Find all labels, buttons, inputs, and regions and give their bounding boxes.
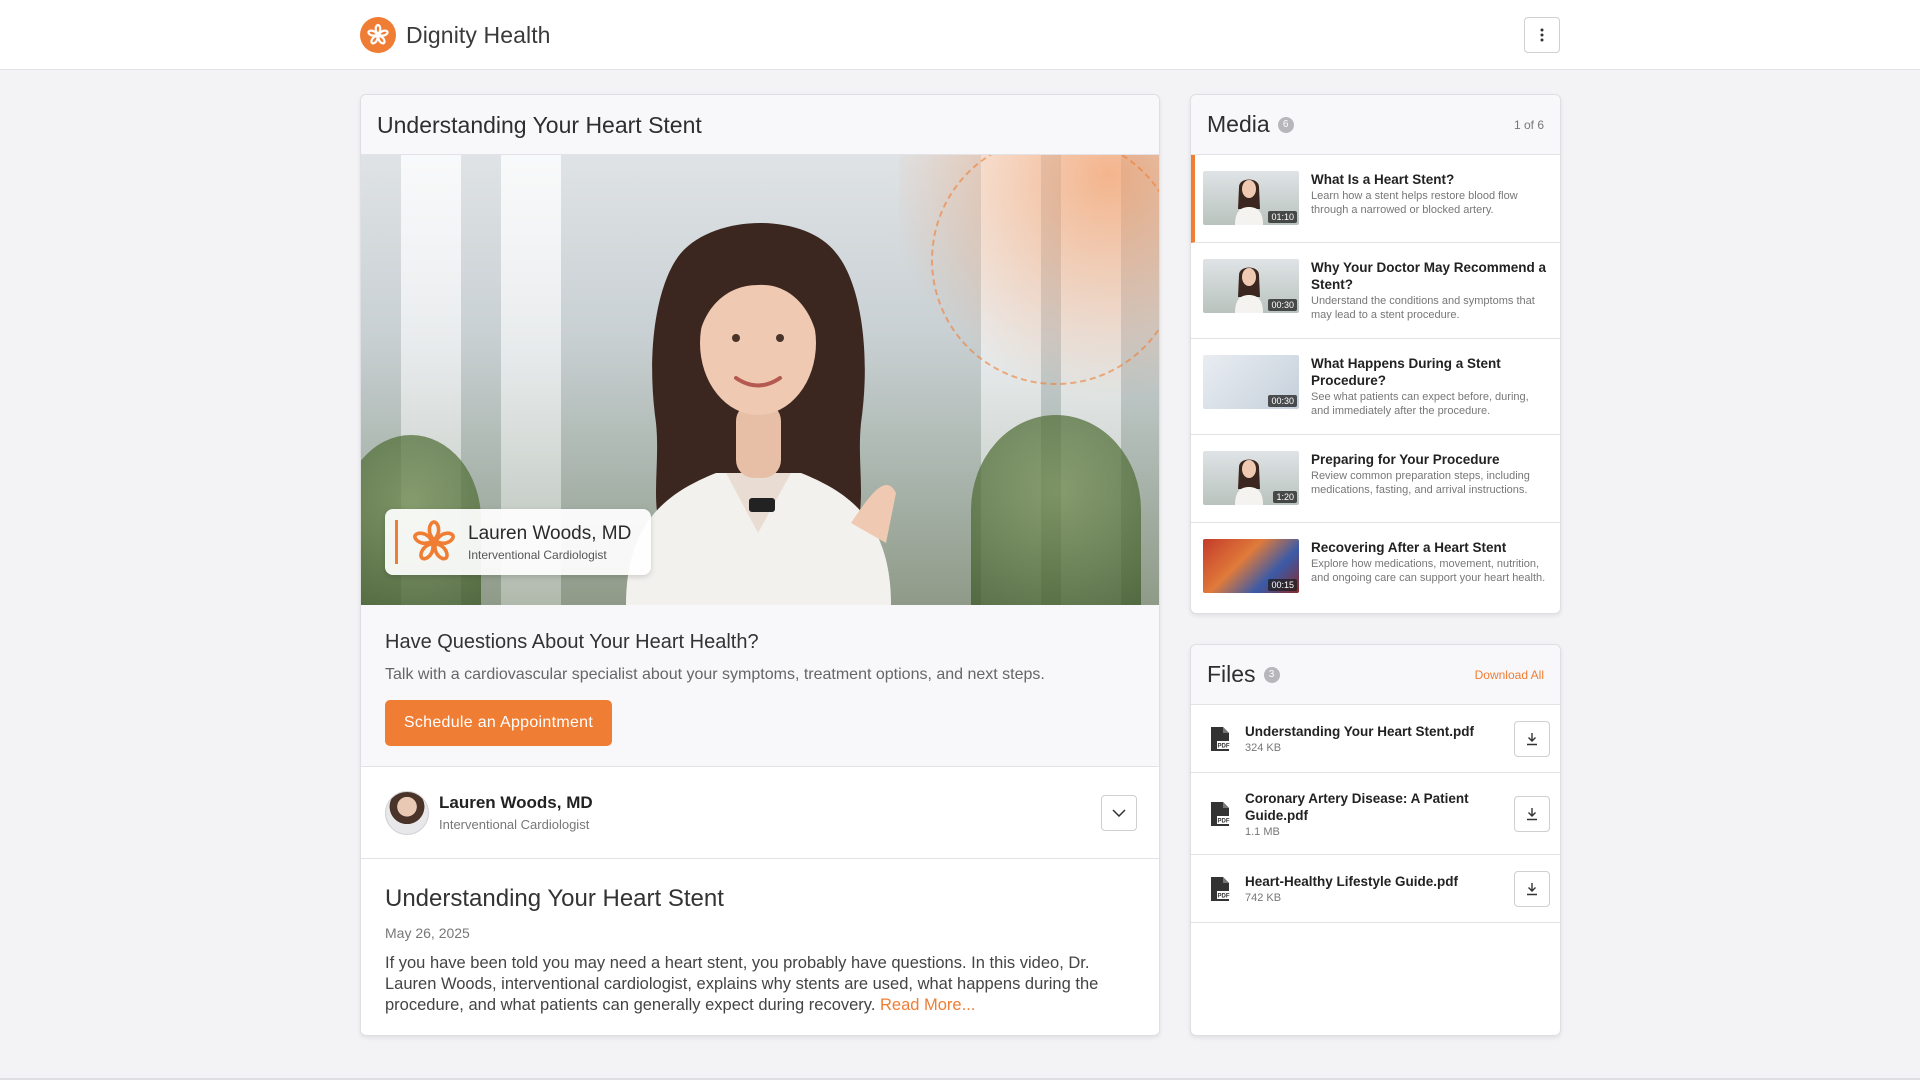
- file-list-item[interactable]: PDF Heart-Healthy Lifestyle Guide.pdf 742 …: [1191, 855, 1560, 923]
- media-panel: Media 6 1 of 6 01:10 What Is a Heart Sten…: [1190, 94, 1561, 614]
- media-list-item[interactable]: 00:30 What Happens During a Stent Procedu…: [1191, 339, 1560, 435]
- media-item-title: Why Your Doctor May Recommend a Stent?: [1311, 260, 1547, 292]
- media-item-title: What Is a Heart Stent?: [1311, 172, 1455, 187]
- description-body: If you have been told you may need a hea…: [385, 953, 1135, 1016]
- media-item-description: Explore how medications, movement, nutri…: [1311, 558, 1546, 584]
- description-title: Understanding Your Heart Stent: [385, 885, 724, 912]
- video-duration: 1:20: [1273, 491, 1297, 503]
- media-list-item[interactable]: 00:15 Recovering After a Heart Stent Explo…: [1191, 523, 1560, 613]
- files-count-badge: 3: [1263, 666, 1280, 683]
- download-icon: [1527, 732, 1537, 745]
- file-name: Heart-Healthy Lifestyle Guide.pdf: [1245, 874, 1459, 889]
- dignity-health-logo-icon: [360, 17, 396, 53]
- video-description: Understanding Your Heart Stent May 26, 2…: [361, 859, 1159, 1016]
- main-content-card: Understanding Your Heart Stent Lauren Wo…: [360, 94, 1160, 1036]
- expand-author-button[interactable]: [1101, 794, 1137, 831]
- pdf-file-icon: PDF: [1211, 876, 1230, 901]
- file-size: 1.1 MB: [1245, 825, 1280, 838]
- description-text: If you have been told you may need a hea…: [385, 954, 1099, 1014]
- download-file-button[interactable]: [1514, 720, 1550, 757]
- video-duration: 01:10: [1268, 211, 1297, 223]
- pdf-file-icon: PDF: [1211, 726, 1230, 751]
- brand-name: Dignity Health: [406, 21, 551, 48]
- schedule-appointment-button[interactable]: Schedule an Appointment: [385, 700, 612, 746]
- download-file-button[interactable]: [1514, 795, 1550, 832]
- media-item-description: Understand the conditions and symptoms t…: [1311, 295, 1535, 321]
- avatar: [385, 790, 429, 835]
- media-panel-header: Media 6 1 of 6: [1191, 95, 1560, 155]
- media-item-description: Learn how a stent helps restore blood fl…: [1311, 190, 1518, 216]
- download-all-link[interactable]: Download All: [1475, 668, 1544, 682]
- download-icon: [1527, 807, 1537, 820]
- media-list-item[interactable]: 01:10 What Is a Heart Stent? Learn how a s…: [1191, 155, 1560, 243]
- media-list-item[interactable]: 1:20 Preparing for Your Procedure Review c…: [1191, 435, 1560, 523]
- file-name: Understanding Your Heart Stent.pdf: [1245, 724, 1475, 739]
- file-size: 324 KB: [1245, 742, 1282, 754]
- download-file-button[interactable]: [1514, 870, 1550, 907]
- cta-text: Talk with a cardiovascular specialist ab…: [385, 666, 1045, 683]
- presenter-title: Interventional Cardiologist: [468, 547, 607, 562]
- download-icon: [1527, 882, 1537, 895]
- svg-text:PDF: PDF: [1218, 818, 1230, 824]
- author-name: Lauren Woods, MD: [439, 793, 593, 812]
- top-bar: Dignity Health: [0, 0, 1920, 70]
- lower-third-accent-bar: [395, 520, 398, 564]
- video-thumbnail: 01:10: [1203, 171, 1299, 225]
- file-list-item[interactable]: PDF Coronary Artery Disease: A Patient Gu…: [1191, 773, 1560, 855]
- presenter-lower-third: Lauren Woods, MD Interventional Cardiolo…: [385, 509, 651, 575]
- media-item-description: Review common preparation steps, includi…: [1311, 470, 1530, 496]
- media-panel-title: Media: [1207, 111, 1270, 137]
- files-panel: Files 3 Download All PDF Understanding Yo…: [1190, 644, 1561, 1036]
- media-item-title: What Happens During a Stent Procedure?: [1311, 356, 1501, 388]
- video-player[interactable]: Lauren Woods, MD Interventional Cardiolo…: [361, 155, 1159, 605]
- page-title: Understanding Your Heart Stent: [377, 112, 702, 138]
- video-thumbnail: 1:20: [1203, 451, 1299, 505]
- svg-text:PDF: PDF: [1218, 743, 1230, 749]
- video-thumbnail: 00:30: [1203, 355, 1299, 409]
- main-card-header: Understanding Your Heart Stent: [361, 95, 1159, 155]
- video-thumbnail: 00:30: [1203, 259, 1299, 313]
- svg-text:PDF: PDF: [1218, 893, 1230, 899]
- file-name: Coronary Artery Disease: A Patient Guide…: [1245, 790, 1469, 823]
- media-list: 01:10 What Is a Heart Stent? Learn how a s…: [1191, 155, 1560, 613]
- video-duration: 00:15: [1268, 579, 1297, 591]
- file-size: 742 KB: [1245, 892, 1282, 904]
- video-duration: 00:30: [1268, 299, 1297, 311]
- brand[interactable]: Dignity Health: [360, 17, 551, 53]
- media-list-item[interactable]: 00:30 Why Your Doctor May Recommend a Ste…: [1191, 243, 1560, 339]
- more-vertical-icon: [1540, 28, 1544, 42]
- appointment-cta: Have Questions About Your Heart Health? …: [361, 605, 1159, 767]
- media-count-badge: 6: [1277, 116, 1294, 133]
- video-duration: 00:30: [1268, 395, 1297, 407]
- files-panel-title: Files: [1207, 661, 1256, 687]
- media-item-title: Preparing for Your Procedure: [1311, 452, 1500, 467]
- dignity-health-symbol-icon: [413, 520, 455, 561]
- video-thumbnail: 00:15: [1203, 539, 1299, 593]
- author-title: Interventional Cardiologist: [439, 817, 590, 832]
- cta-heading: Have Questions About Your Heart Health?: [385, 631, 759, 653]
- read-more-link[interactable]: Read More...: [880, 996, 975, 1014]
- publish-date: May 26, 2025: [385, 925, 470, 941]
- chevron-down-icon: [1112, 808, 1126, 817]
- file-list-item[interactable]: PDF Understanding Your Heart Stent.pdf 324…: [1191, 705, 1560, 773]
- files-panel-header: Files 3 Download All: [1191, 645, 1560, 705]
- more-menu-button[interactable]: [1524, 17, 1560, 53]
- media-item-description: See what patients can expect before, dur…: [1311, 391, 1529, 417]
- author-row: Lauren Woods, MD Interventional Cardiolo…: [361, 767, 1159, 859]
- background-plant: [971, 415, 1141, 605]
- pdf-file-icon: PDF: [1211, 801, 1230, 826]
- media-position: 1 of 6: [1513, 117, 1544, 132]
- file-list: PDF Understanding Your Heart Stent.pdf 324…: [1191, 705, 1560, 923]
- media-item-title: Recovering After a Heart Stent: [1311, 540, 1507, 555]
- presenter-name: Lauren Woods, MD: [468, 522, 632, 544]
